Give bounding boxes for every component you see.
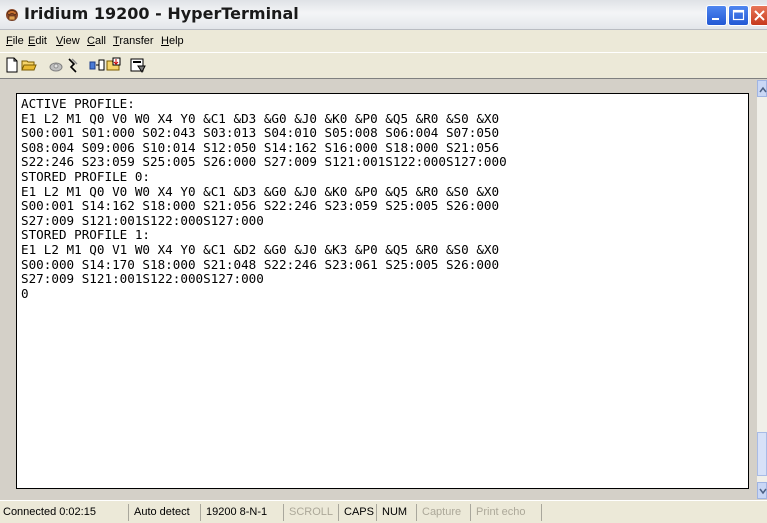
terminal-line: STORED PROFILE 1:	[21, 228, 151, 244]
vertical-scrollbar[interactable]	[757, 80, 767, 499]
terminal-line: S27:009 S121:001S122:000S127:000	[21, 213, 264, 229]
terminal-output: ACTIVE PROFILE: E1 L2 M1 Q0 V0 W0 X4 Y0 &…	[21, 97, 507, 302]
terminal-line: S22:246 S23:059 S25:005 S26:000 S27:009 …	[21, 155, 507, 171]
status-scroll: SCROLL	[283, 504, 338, 521]
scroll-down-arrow-icon	[759, 488, 767, 495]
menu-help[interactable]: Help	[161, 35, 184, 47]
receive-icon[interactable]	[106, 57, 122, 73]
maximize-button[interactable]	[728, 5, 749, 26]
window-title: Iridium 19200 - HyperTerminal	[24, 4, 299, 23]
menu-view[interactable]: View	[56, 35, 80, 47]
status-num: NUM	[376, 504, 416, 521]
status-bar: Connected 0:02:15 Auto detect 19200 8-N-…	[0, 500, 767, 523]
hyperterminal-phone-icon	[6, 9, 18, 21]
terminal-line: ACTIVE PROFILE:	[21, 97, 135, 112]
terminal-line: 0	[21, 286, 29, 302]
menu-edit[interactable]: Edit	[28, 35, 47, 47]
terminal-line: STORED PROFILE 0:	[21, 169, 151, 185]
status-capture: Capture	[416, 504, 470, 521]
menu-transfer[interactable]: Transfer	[113, 35, 154, 47]
scroll-up-button[interactable]	[757, 80, 767, 97]
status-detect: Auto detect	[128, 504, 200, 521]
send-icon[interactable]	[89, 57, 105, 73]
minimize-button[interactable]	[706, 5, 727, 26]
menu-file[interactable]: File	[6, 35, 24, 47]
terminal-line: S00:001 S14:162 S18:000 S21:056 S22:246 …	[21, 199, 500, 215]
toolbar	[0, 52, 767, 78]
scroll-up-arrow-icon	[759, 86, 767, 93]
minimize-icon	[712, 18, 719, 20]
properties-icon[interactable]	[130, 57, 146, 73]
status-connected: Connected 0:02:15	[3, 506, 96, 518]
terminal-line: E1 L2 M1 Q0 V1 W0 X4 Y0 &C1 &D2 &G0 &J0 …	[21, 242, 500, 258]
disconnect-icon[interactable]	[65, 57, 81, 73]
menu-call[interactable]: Call	[87, 35, 106, 47]
open-icon[interactable]	[21, 57, 37, 73]
status-port: 19200 8-N-1	[200, 504, 283, 521]
call-icon[interactable]	[48, 57, 64, 73]
terminal-line: E1 L2 M1 Q0 V0 W0 X4 Y0 &C1 &D3 &G0 &J0 …	[21, 111, 500, 127]
close-button[interactable]	[750, 5, 767, 26]
terminal-line: S00:000 S14:170 S18:000 S21:048 S22:246 …	[21, 257, 500, 273]
terminal-line: S08:004 S09:006 S10:014 S12:050 S14:162 …	[21, 140, 500, 156]
maximize-icon	[732, 9, 745, 21]
close-icon	[754, 10, 765, 21]
terminal-screen[interactable]: ACTIVE PROFILE: E1 L2 M1 Q0 V0 W0 X4 Y0 &…	[16, 93, 749, 489]
terminal-line: S00:001 S01:000 S02:043 S03:013 S04:010 …	[21, 126, 500, 142]
terminal-line: S27:009 S121:001S122:000S127:000	[21, 272, 264, 288]
title-bar[interactable]: Iridium 19200 - HyperTerminal	[0, 0, 767, 30]
new-icon[interactable]	[4, 57, 20, 73]
scroll-thumb[interactable]	[757, 432, 767, 476]
menu-bar: File Edit View Call Transfer Help	[0, 31, 767, 52]
status-caps: CAPS	[338, 504, 376, 521]
scroll-down-button[interactable]	[757, 482, 767, 499]
status-print-echo: Print echo	[470, 504, 542, 521]
terminal-line: E1 L2 M1 Q0 V0 W0 X4 Y0 &C1 &D3 &G0 &J0 …	[21, 184, 500, 200]
